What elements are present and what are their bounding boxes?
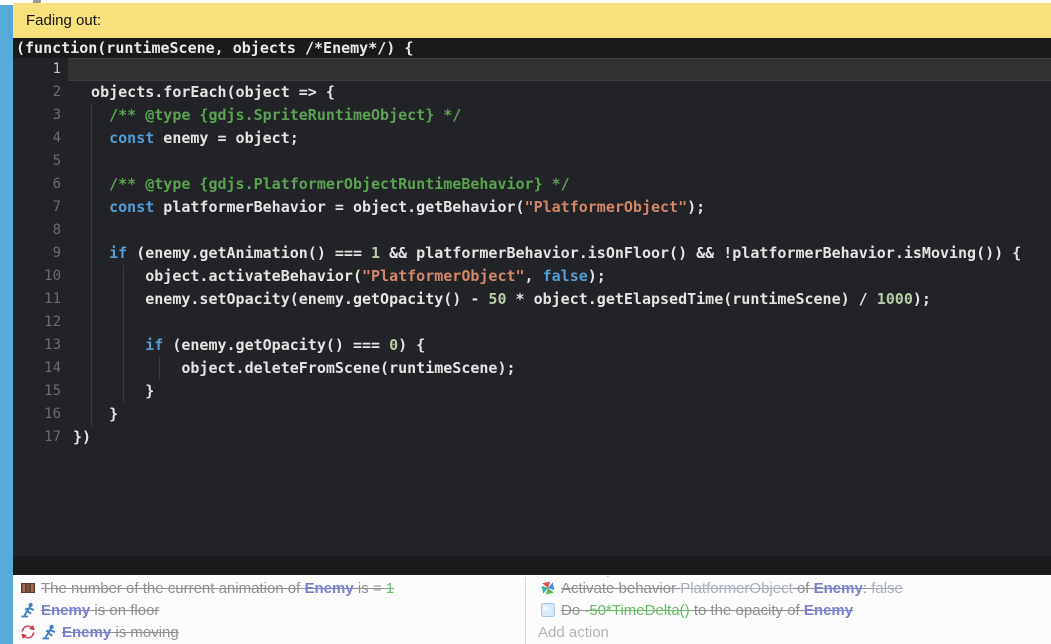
code-text: } bbox=[73, 403, 118, 426]
event-comment-text: Fading out: bbox=[26, 12, 101, 29]
code-line[interactable]: 12 bbox=[13, 311, 1051, 334]
code-line[interactable]: 4 const enemy = object; bbox=[13, 127, 1051, 150]
platformer-icon bbox=[41, 624, 57, 640]
line-number: 15 bbox=[13, 380, 61, 403]
code-line[interactable]: 13 if (enemy.getOpacity() === 0) { bbox=[13, 334, 1051, 357]
code-text: const enemy = object; bbox=[73, 127, 299, 150]
code-text: const platformerBehavior = object.getBeh… bbox=[73, 196, 705, 219]
condition-row[interactable]: Enemy is moving bbox=[13, 621, 525, 643]
code-line[interactable]: 5 bbox=[13, 150, 1051, 173]
code-text: enemy.setOpacity(enemy.getOpacity() - 50… bbox=[73, 288, 931, 311]
code-line[interactable]: 3 /** @type {gdjs.SpriteRuntimeObject} *… bbox=[13, 104, 1051, 127]
code-text: /** @type {gdjs.SpriteRuntimeObject} */ bbox=[73, 104, 461, 127]
line-number: 7 bbox=[13, 196, 61, 219]
line-number: 10 bbox=[13, 265, 61, 288]
condition-row[interactable]: The number of the current animation of E… bbox=[13, 577, 525, 599]
event-conditions-actions: The number of the current animation of E… bbox=[13, 577, 1051, 644]
line-number: 4 bbox=[13, 127, 61, 150]
code-lines[interactable]: 12 objects.forEach(object => {3 /** @typ… bbox=[13, 58, 1051, 556]
code-line[interactable]: 10 object.activateBehavior("PlatformerOb… bbox=[13, 265, 1051, 288]
line-number: 1 bbox=[13, 58, 61, 81]
animation-frame-icon bbox=[20, 580, 36, 596]
indent-guide bbox=[91, 219, 92, 242]
condition-text: Enemy is on floor bbox=[41, 602, 159, 619]
condition-row[interactable]: Enemy is on floor bbox=[13, 599, 525, 621]
line-number: 13 bbox=[13, 334, 61, 357]
code-header-line: (function(runtimeScene, objects /*Enemy*… bbox=[13, 38, 1051, 58]
action-text: Activate behavior PlatformerObject of En… bbox=[561, 580, 903, 597]
code-text: /** @type {gdjs.PlatformerObjectRuntimeB… bbox=[73, 173, 570, 196]
line-number: 14 bbox=[13, 357, 61, 380]
indent-guide bbox=[123, 311, 124, 334]
line-number: 16 bbox=[13, 403, 61, 426]
indent-guide bbox=[91, 311, 92, 334]
action-row[interactable]: Do -50*TimeDelta() to the opacity of Ene… bbox=[526, 599, 1051, 621]
action-text: Do -50*TimeDelta() to the opacity of Ene… bbox=[561, 602, 853, 619]
current-line-highlight bbox=[68, 58, 1051, 81]
code-text: if (enemy.getAnimation() === 1 && platfo… bbox=[73, 242, 1021, 265]
code-text: if (enemy.getOpacity() === 0) { bbox=[73, 334, 425, 357]
conditions-column: The number of the current animation of E… bbox=[13, 577, 525, 644]
actions-column: Activate behavior PlatformerObject of En… bbox=[525, 577, 1051, 644]
code-line[interactable]: 7 const platformerBehavior = object.getB… bbox=[13, 196, 1051, 219]
line-number: 11 bbox=[13, 288, 61, 311]
line-number: 12 bbox=[13, 311, 61, 334]
line-number: 2 bbox=[13, 81, 61, 104]
line-number: 17 bbox=[13, 426, 61, 449]
indent-guide bbox=[91, 150, 92, 173]
code-line[interactable]: 14 object.deleteFromScene(runtimeScene); bbox=[13, 357, 1051, 380]
code-text: }) bbox=[73, 426, 91, 449]
code-text: object.activateBehavior("PlatformerObjec… bbox=[73, 265, 606, 288]
behavior-icon bbox=[540, 580, 556, 596]
code-line[interactable]: 6 /** @type {gdjs.PlatformerObjectRuntim… bbox=[13, 173, 1051, 196]
event-comment-banner[interactable]: Fading out: bbox=[13, 3, 1051, 38]
event-sheet: Fading out: (function(runtimeScene, obje… bbox=[0, 0, 1051, 644]
line-number: 5 bbox=[13, 150, 61, 173]
add-action-button[interactable]: Add action bbox=[526, 621, 1051, 643]
code-line[interactable]: 16 } bbox=[13, 403, 1051, 426]
action-row[interactable]: Activate behavior PlatformerObject of En… bbox=[526, 577, 1051, 599]
code-line[interactable]: 2 objects.forEach(object => { bbox=[13, 81, 1051, 104]
js-code-editor[interactable]: (function(runtimeScene, objects /*Enemy*… bbox=[13, 38, 1051, 575]
code-text: object.deleteFromScene(runtimeScene); bbox=[73, 357, 516, 380]
event-selection-strip[interactable] bbox=[0, 5, 13, 644]
line-number: 9 bbox=[13, 242, 61, 265]
code-line[interactable]: 9 if (enemy.getAnimation() === 1 && plat… bbox=[13, 242, 1051, 265]
opacity-icon bbox=[540, 602, 556, 618]
code-line[interactable]: 11 enemy.setOpacity(enemy.getOpacity() -… bbox=[13, 288, 1051, 311]
code-line[interactable]: 1 bbox=[13, 58, 1051, 81]
condition-text: The number of the current animation of E… bbox=[41, 580, 394, 597]
code-line[interactable]: 17}) bbox=[13, 426, 1051, 449]
code-line[interactable]: 15 } bbox=[13, 380, 1051, 403]
invert-icon bbox=[20, 624, 36, 640]
condition-text: Enemy is moving bbox=[62, 624, 179, 641]
code-text: objects.forEach(object => { bbox=[73, 81, 335, 104]
line-number: 8 bbox=[13, 219, 61, 242]
platformer-icon bbox=[20, 602, 36, 618]
line-number: 3 bbox=[13, 104, 61, 127]
code-line[interactable]: 8 bbox=[13, 219, 1051, 242]
line-number: 6 bbox=[13, 173, 61, 196]
code-text: } bbox=[73, 380, 154, 403]
code-footer-line: })(runtimeScene, objects /*Enemy*/); // … bbox=[13, 556, 1051, 575]
